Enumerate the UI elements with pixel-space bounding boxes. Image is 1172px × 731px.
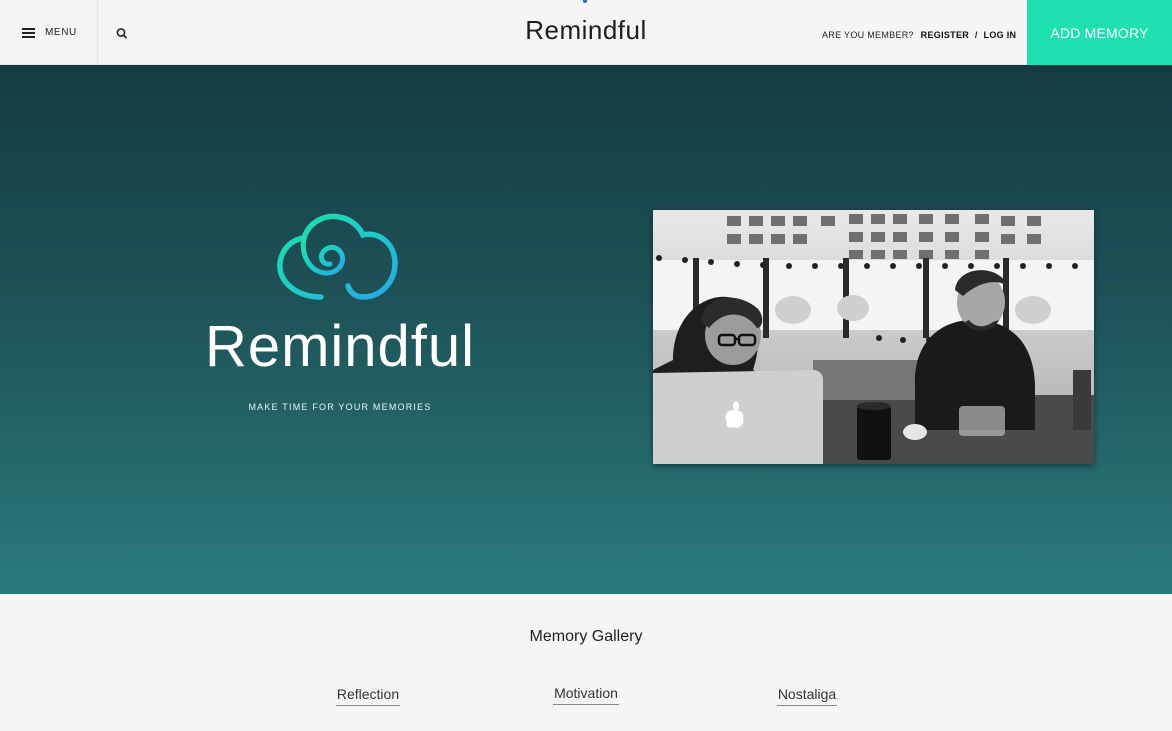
member-auth-area: ARE YOU MEMBER? REGISTER / LOG IN (822, 30, 1016, 40)
gallery-tab-nostaliga[interactable]: Nostaliga (777, 686, 837, 706)
hamburger-icon (22, 27, 35, 38)
top-navigation-bar: MENU Remindful ARE YOU MEMBER? REGISTER … (0, 0, 1172, 65)
top-indicator-dot (583, 0, 587, 3)
gallery-title: Memory Gallery (529, 628, 643, 645)
menu-label: MENU (45, 27, 77, 38)
hero-title: Remindful (204, 314, 476, 379)
menu-button[interactable]: MENU (0, 0, 98, 65)
auth-separator: / (974, 30, 978, 40)
gallery-tab-reflection[interactable]: Reflection (336, 686, 400, 706)
cloud-swirl-icon (277, 213, 398, 300)
hero-section: Remindful MAKE TIME FOR YOUR MEMORIES (0, 65, 1172, 594)
gallery-tab-motivation[interactable]: Motivation (553, 685, 619, 705)
hero-photo (653, 210, 1094, 464)
login-link[interactable]: LOG IN (984, 30, 1017, 40)
register-link[interactable]: REGISTER (921, 30, 969, 40)
hero-tagline: MAKE TIME FOR YOUR MEMORIES (248, 402, 432, 412)
search-button[interactable] (112, 22, 132, 44)
search-icon (116, 28, 127, 39)
member-question: ARE YOU MEMBER? (822, 30, 914, 40)
add-memory-button[interactable]: ADD MEMORY (1027, 0, 1172, 65)
memory-gallery-section: Memory Gallery Reflection Motivation Nos… (0, 594, 1172, 731)
people-at-laptops-photo (653, 210, 1094, 464)
